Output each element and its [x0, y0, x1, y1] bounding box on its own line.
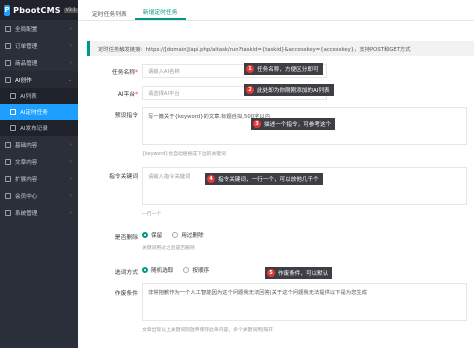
chevron-down-icon: ⌄ — [67, 76, 72, 83]
prompt-keywords-hint: 一行一个 — [142, 212, 162, 217]
callout-1: 1 任务名称，方便区分即可 — [244, 63, 323, 75]
delete-radio-group: 保留 用过删除 — [142, 231, 204, 239]
radio-random[interactable]: 随机选取 — [142, 266, 173, 274]
callout-5: 5 作废条件，可以默认 — [265, 267, 333, 279]
record-icon — [10, 125, 16, 131]
app-version: V3.1 — [63, 7, 78, 13]
trigger-link-notice: 定时任务触发链接：https://[domain]/api.php/aitask… — [87, 41, 474, 56]
prompt-keywords-label: 指令关键词 — [109, 174, 138, 180]
gear-icon — [5, 25, 11, 32]
radio-checked-icon — [142, 232, 148, 238]
chevron-right-icon: › — [70, 158, 72, 165]
tab-add-task[interactable]: 新增定时任务 — [134, 4, 186, 20]
logo-icon: P — [4, 4, 11, 16]
task-name-label: 任务名称* — [111, 70, 138, 76]
clock-icon — [10, 109, 16, 115]
chevron-right-icon: › — [70, 209, 72, 216]
sidebar-item-ai-create[interactable]: AI创作 ⌄ — [0, 71, 78, 88]
sidebar-item-system[interactable]: 系统管理 › — [0, 204, 78, 221]
user-icon — [5, 192, 11, 199]
sidebar: P PbootCMS V3.1 全局配置 › 订单管理 › 商品管理 › AI创作 ⌄ … — [0, 0, 78, 348]
radio-sequential[interactable]: 按顺序 — [183, 266, 209, 274]
callout-3: 3 描述一个指令，可参考这个 — [251, 118, 336, 130]
tab-bar: 定时任务列表 新增定时任务 — [78, 0, 474, 21]
condition-hint: 文章出现以上关键词则放弃保存此条内容，多个关键词用|隔开 — [142, 328, 274, 333]
file-icon — [5, 141, 11, 148]
chevron-right-icon: › — [70, 42, 72, 49]
condition-label: 作废条件 — [114, 291, 138, 297]
logo: P PbootCMS V3.1 — [0, 0, 78, 20]
chevron-right-icon: › — [70, 175, 72, 182]
app-name: PbootCMS — [13, 5, 61, 15]
method-label: 选词方式 — [114, 270, 138, 276]
radio-unchecked-icon — [172, 232, 179, 238]
tab-task-list[interactable]: 定时任务列表 — [84, 6, 135, 20]
preset-prompt-label: 预设指令 — [114, 113, 138, 119]
chevron-right-icon: › — [70, 25, 72, 32]
radio-delete-after-use[interactable]: 用过删除 — [172, 231, 204, 239]
callout-4: 4 指令关键词，一行一个，可以放他几千个 — [205, 173, 323, 185]
delete-label: 是否删除 — [114, 235, 138, 241]
sidebar-item-extensions[interactable]: 扩展内容 › — [0, 170, 78, 187]
robot-icon — [5, 76, 11, 83]
cart-icon — [5, 42, 11, 49]
sidebar-item-global-config[interactable]: 全局配置 › — [0, 20, 78, 37]
doc-icon — [5, 158, 11, 165]
radio-checked-icon — [142, 267, 148, 273]
condition-textarea[interactable]: 非常抱歉作为一个人工智能因为这个问题我无法回答|关于这个问题我无法提供以下是为您… — [142, 283, 467, 321]
method-radio-group: 随机选取 按顺序 — [142, 266, 209, 274]
puzzle-icon — [5, 175, 11, 182]
sidebar-item-articles[interactable]: 文章内容 › — [0, 153, 78, 170]
radio-keep[interactable]: 保留 — [142, 231, 162, 239]
list-icon — [10, 93, 16, 99]
radio-unchecked-icon — [183, 267, 190, 273]
sidebar-item-members[interactable]: 会员中心 › — [0, 187, 78, 204]
preset-prompt-hint: {keyword}会自动替换成下边的关键词 — [142, 152, 226, 157]
sidebar-item-ai-list[interactable]: AI列表 — [0, 88, 78, 104]
ai-platform-label: AI平台* — [117, 92, 138, 98]
sidebar-item-orders[interactable]: 订单管理 › — [0, 37, 78, 54]
box-icon — [5, 59, 11, 66]
chevron-right-icon: › — [70, 192, 72, 199]
sidebar-item-basic-content[interactable]: 基础内容 › — [0, 136, 78, 153]
callout-2: 2 此处即为你刚刚添加的AI列表 — [244, 84, 334, 96]
settings-icon — [5, 209, 11, 216]
sidebar-item-ai-publish-log[interactable]: AI发布记录 — [0, 120, 78, 136]
delete-hint: 关键词用过之后是否删除 — [142, 246, 195, 251]
main-content: 定时任务触发链接：https://[domain]/api.php/aitask… — [78, 21, 474, 348]
chevron-right-icon: › — [70, 141, 72, 148]
chevron-right-icon: › — [70, 59, 72, 66]
sidebar-item-ai-task[interactable]: AI定时任务 — [0, 104, 78, 120]
sidebar-item-products[interactable]: 商品管理 › — [0, 54, 78, 71]
